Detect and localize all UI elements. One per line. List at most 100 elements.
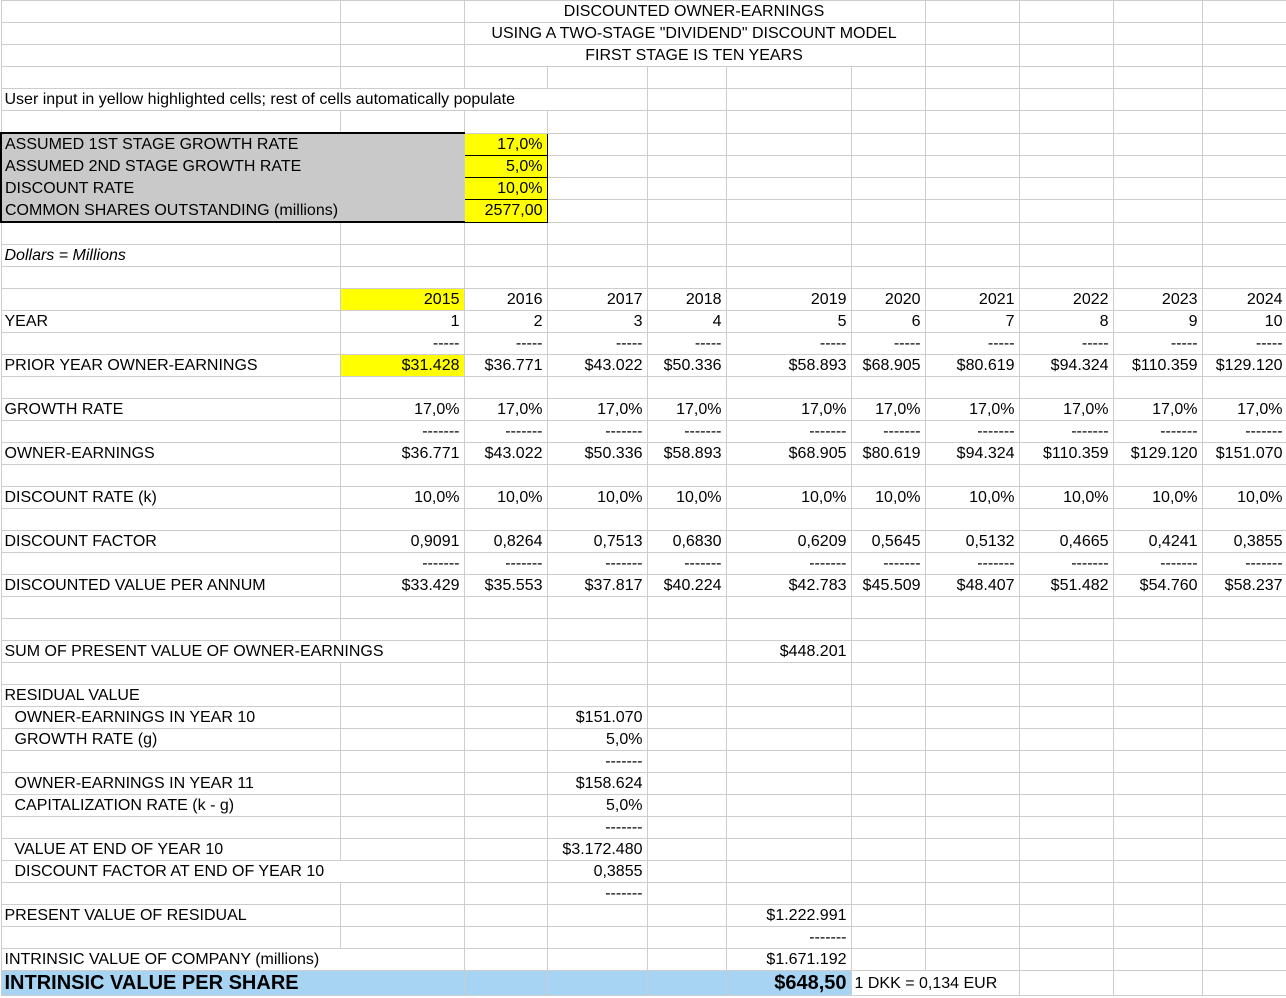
empty-cell	[463, 728, 548, 751]
empty-cell	[1201, 750, 1286, 773]
value-cell: $37.817	[546, 574, 648, 597]
empty-cell	[850, 110, 926, 134]
value-end-year10-value: $3.172.480	[546, 838, 648, 861]
empty-cell	[725, 794, 852, 817]
empty-cell	[1201, 244, 1286, 267]
empty-cell	[546, 662, 648, 685]
empty-cell	[463, 816, 548, 839]
empty-cell	[924, 66, 1020, 89]
empty-cell	[646, 110, 727, 134]
empty-cell	[646, 904, 727, 927]
input-value-shares-outstanding[interactable]: 2577,00	[463, 199, 548, 223]
empty-cell	[0, 110, 341, 134]
empty-cell	[850, 640, 926, 663]
sheet-title-line1: DISCOUNTED OWNER-EARNINGS	[463, 0, 926, 23]
empty-cell	[463, 948, 548, 971]
year-number-cell: 8	[1018, 310, 1114, 333]
empty-cell	[725, 376, 852, 399]
empty-cell	[463, 640, 548, 663]
row-blank	[0, 266, 1286, 289]
empty-cell	[1112, 706, 1203, 729]
dash-cell: -----	[850, 332, 926, 355]
empty-cell	[1018, 948, 1114, 971]
empty-cell	[924, 926, 1020, 949]
input-value-2nd-stage-growth[interactable]: 5,0%	[463, 155, 548, 178]
empty-cell	[1201, 794, 1286, 817]
dash-cell: -----	[339, 332, 465, 355]
empty-cell	[463, 750, 548, 773]
empty-cell	[546, 132, 648, 156]
empty-cell	[924, 860, 1020, 883]
empty-cell	[463, 110, 548, 134]
value-cell: $58.893	[725, 354, 852, 377]
value-cell: $129.120	[1201, 354, 1286, 377]
empty-cell	[725, 177, 852, 200]
empty-cell	[850, 508, 926, 531]
row-growth-g: GROWTH RATE (g) 5,0%	[0, 728, 1286, 751]
empty-cell	[1201, 464, 1286, 487]
dash-cell: -------	[725, 420, 852, 443]
empty-cell	[646, 266, 727, 289]
empty-cell	[0, 816, 341, 839]
prior-oe-input-cell[interactable]: $31.428	[339, 354, 465, 377]
empty-cell	[924, 772, 1020, 795]
empty-cell	[646, 794, 727, 817]
input-value-discount-rate[interactable]: 10,0%	[463, 177, 548, 200]
dash-cell: -------	[546, 882, 648, 905]
empty-cell	[463, 221, 548, 245]
empty-cell	[1201, 618, 1286, 641]
empty-cell	[1112, 44, 1203, 67]
value-cell: $129.120	[1112, 442, 1203, 465]
empty-cell	[339, 0, 465, 23]
empty-cell	[850, 904, 926, 927]
empty-cell	[1112, 508, 1203, 531]
value-cell: 0,9091	[339, 530, 465, 553]
value-cell: 17,0%	[924, 398, 1020, 421]
sheet-title-line3: FIRST STAGE IS TEN YEARS	[463, 44, 926, 67]
empty-cell	[546, 110, 648, 134]
empty-cell	[646, 926, 727, 949]
empty-cell	[1201, 266, 1286, 289]
empty-cell	[1112, 596, 1203, 619]
input-value-1st-stage-growth[interactable]: 17,0%	[463, 132, 548, 156]
row-intrinsic-company: INTRINSIC VALUE OF COMPANY (millions) $1…	[0, 948, 1286, 971]
value-cell: 10,0%	[1018, 486, 1114, 509]
empty-cell	[463, 860, 548, 883]
dash-cell: -----	[546, 332, 648, 355]
value-cell: 0,6830	[646, 530, 727, 553]
empty-cell	[1018, 0, 1114, 23]
sum-pv-value: $448.201	[725, 640, 852, 663]
empty-cell	[1112, 464, 1203, 487]
empty-cell	[339, 904, 465, 927]
row-divider-dashes: ------- ------- ------- ------- ------- …	[0, 420, 1286, 443]
empty-cell	[1201, 110, 1286, 134]
empty-cell	[0, 221, 341, 245]
dash-cell: -----	[646, 332, 727, 355]
value-cell: 17,0%	[646, 398, 727, 421]
empty-cell	[646, 199, 727, 223]
empty-cell	[1018, 508, 1114, 531]
empty-cell	[463, 772, 548, 795]
row-input-growth1: ASSUMED 1ST STAGE GROWTH RATE 17,0%	[0, 132, 1286, 156]
empty-cell	[1018, 926, 1114, 949]
row-divider-dashes: -------	[0, 750, 1286, 773]
empty-cell	[646, 618, 727, 641]
empty-cell	[1201, 199, 1286, 223]
empty-cell	[1112, 376, 1203, 399]
dash-cell: -------	[1112, 552, 1203, 575]
empty-cell	[850, 266, 926, 289]
empty-cell	[1018, 838, 1114, 861]
empty-cell	[339, 596, 465, 619]
empty-cell	[0, 464, 341, 487]
year-header-2015[interactable]: 2015	[339, 288, 465, 311]
df-end-year10-value: 0,3855	[546, 860, 648, 883]
empty-cell	[463, 508, 548, 531]
empty-cell	[924, 266, 1020, 289]
empty-cell	[1112, 22, 1203, 45]
empty-cell	[924, 177, 1020, 200]
empty-cell	[924, 618, 1020, 641]
value-cell: 0,5645	[850, 530, 926, 553]
empty-cell	[850, 596, 926, 619]
dash-cell: -------	[725, 552, 852, 575]
empty-cell	[725, 728, 852, 751]
